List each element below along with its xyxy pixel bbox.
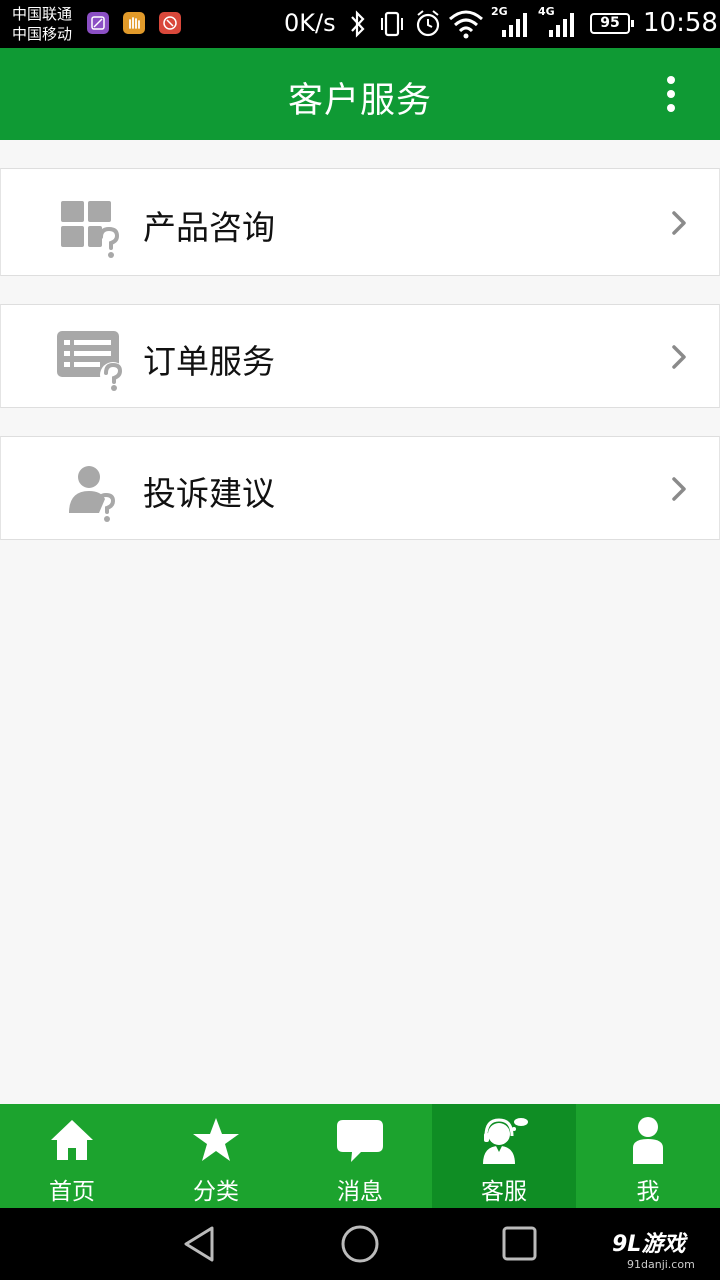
wifi-icon (449, 10, 483, 39)
app-notification-icon (123, 12, 145, 34)
alarm-icon (416, 10, 440, 37)
customer-service-icon (483, 1118, 528, 1164)
menu-item-order-service[interactable]: 订单服务 (0, 304, 720, 408)
watermark-logo: 9L游戏 (612, 1232, 686, 1257)
nav-label: 消息 (337, 1179, 383, 1205)
more-vertical-icon[interactable] (656, 72, 686, 116)
nav-item-me[interactable]: 我 (576, 1104, 720, 1208)
vibrate-icon (381, 11, 403, 37)
app-notification-icon (159, 12, 181, 34)
carrier-1: 中国联通 (12, 5, 73, 23)
bluetooth-icon (351, 10, 365, 38)
app-notification-icon (87, 12, 109, 34)
net-speed: 0K/s (284, 9, 336, 37)
chat-bubble-icon (337, 1120, 383, 1162)
menu-item-product-consult[interactable]: 产品咨询 (0, 168, 720, 276)
star-icon (193, 1118, 239, 1161)
menu-item-label: 产品咨询 (143, 208, 275, 247)
menu-item-label: 订单服务 (143, 342, 275, 381)
carrier-info: 中国联通 中国移动 (12, 4, 72, 44)
title-bar: 客户服务 (0, 48, 720, 140)
back-icon[interactable] (180, 1224, 220, 1264)
chevron-right-icon (672, 477, 686, 501)
product-question-icon (61, 201, 120, 258)
signal-icon (549, 13, 574, 37)
menu-item-complaint[interactable]: 投诉建议 (0, 436, 720, 540)
home-icon (51, 1120, 93, 1160)
nav-item-home[interactable]: 首页 (0, 1104, 144, 1208)
nav-item-category[interactable]: 分类 (144, 1104, 288, 1208)
clock: 10:58 (643, 8, 718, 38)
chevron-right-icon (672, 211, 686, 235)
nav-label: 首页 (49, 1179, 95, 1205)
page-title: 客户服务 (287, 81, 432, 121)
nav-label: 我 (636, 1179, 660, 1205)
bottom-navigation: 首页 分类 消息 客服 我 (0, 1104, 720, 1208)
status-bar: 中国联通 中国移动 0K/s 2G 4G 95 10:58 (0, 0, 720, 48)
watermark-domain: 91danji.com (627, 1258, 695, 1271)
recent-apps-icon[interactable] (500, 1224, 540, 1264)
user-question-icon (69, 466, 116, 522)
battery-indicator: 95 (590, 13, 634, 34)
order-question-icon (57, 331, 126, 391)
nav-label: 分类 (193, 1179, 239, 1205)
home-circle-icon[interactable] (340, 1224, 380, 1264)
menu-item-label: 投诉建议 (143, 474, 275, 513)
nav-item-messages[interactable]: 消息 (288, 1104, 432, 1208)
person-icon (633, 1117, 663, 1164)
nav-item-customer-service[interactable]: 客服 (432, 1104, 576, 1208)
chevron-right-icon (672, 345, 686, 369)
nav-label: 客服 (481, 1179, 527, 1205)
signal-icon (502, 13, 527, 37)
carrier-2: 中国移动 (12, 25, 73, 43)
